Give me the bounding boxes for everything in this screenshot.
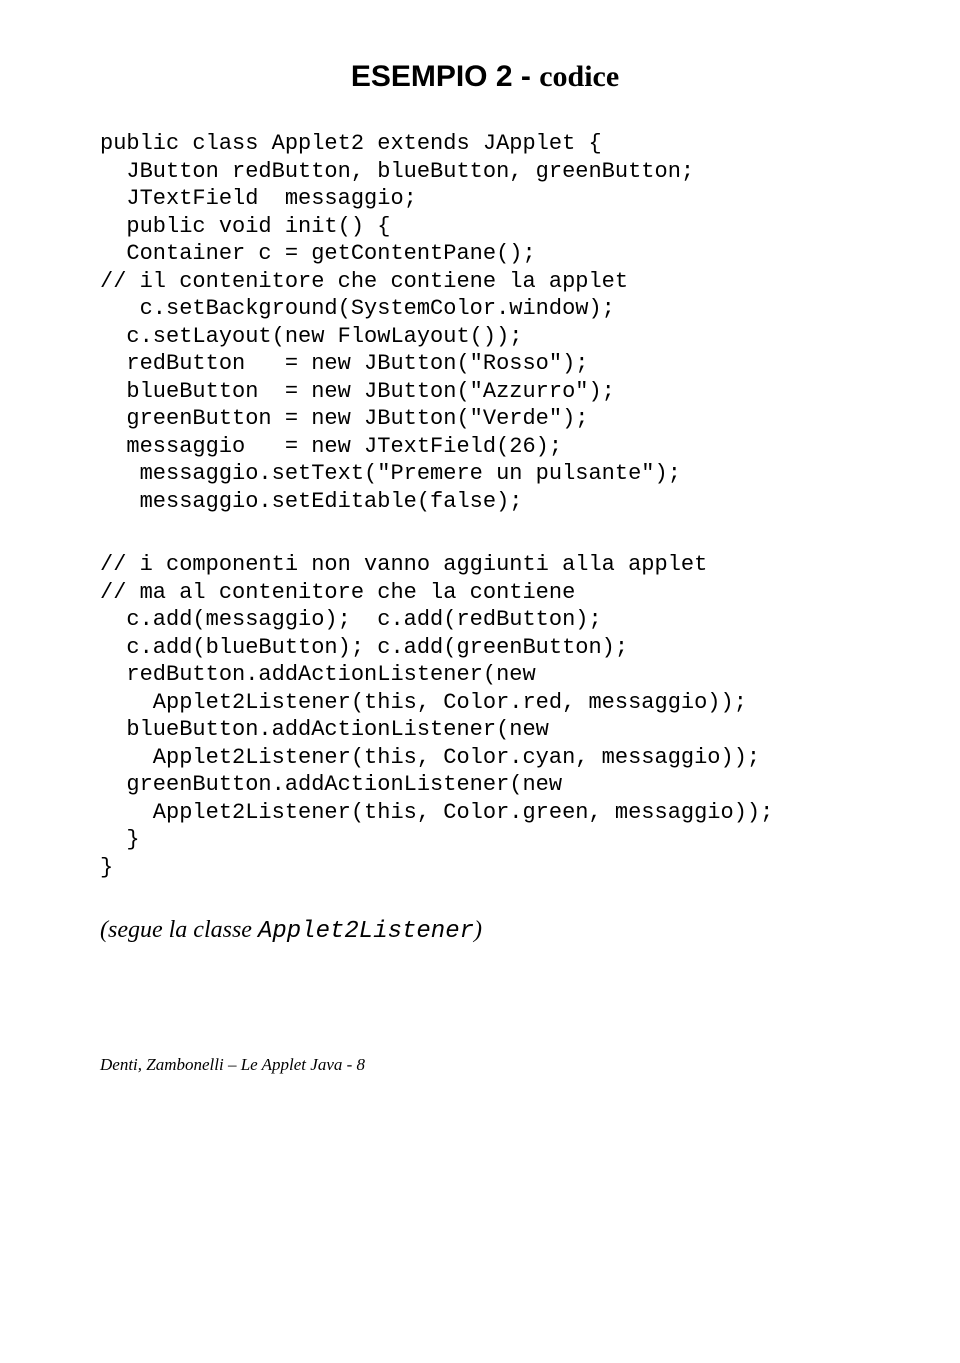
title-part2: codice xyxy=(539,60,619,93)
page-title: ESEMPIO 2 - codice xyxy=(100,60,870,94)
title-separator: - xyxy=(513,60,540,93)
code-block-2: // i componenti non vanno aggiunti alla … xyxy=(100,551,870,881)
title-part1: ESEMPIO 2 xyxy=(351,60,513,93)
footnote-prefix: (segue la classe xyxy=(100,917,258,943)
footnote-suffix: ) xyxy=(474,917,482,943)
code-block-1: public class Applet2 extends JApplet { J… xyxy=(100,130,870,515)
document-page: ESEMPIO 2 - codice public class Applet2 … xyxy=(0,0,960,1135)
footnote-classname: Applet2Listener xyxy=(258,918,474,945)
page-footer: Denti, Zambonelli – Le Applet Java - 8 xyxy=(100,1055,870,1075)
footnote: (segue la classe Applet2Listener) xyxy=(100,917,870,945)
